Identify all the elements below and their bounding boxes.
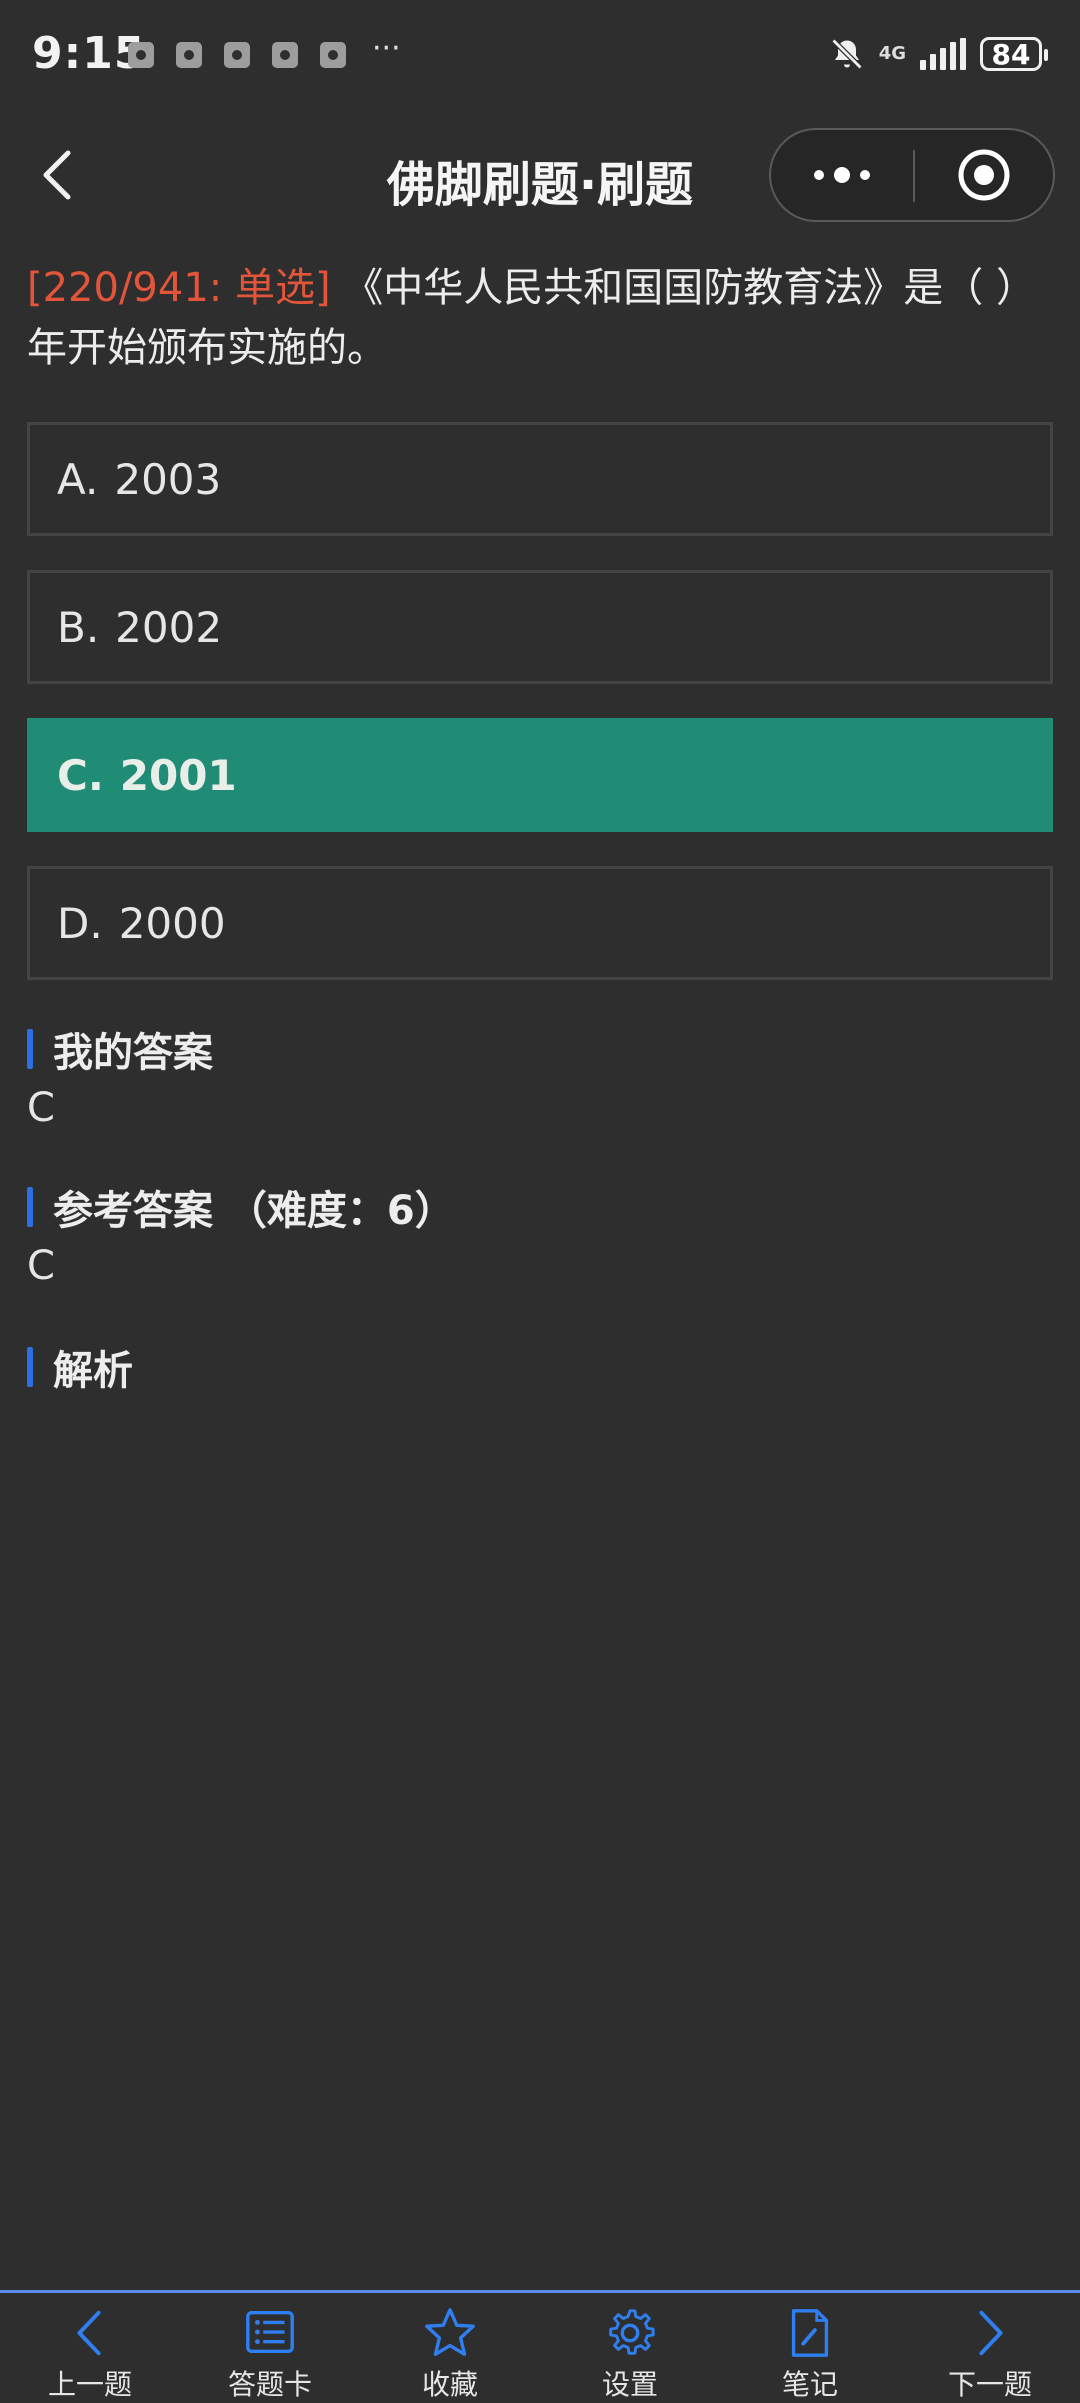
reference-answer-heading: 参考答案 （难度：6） — [27, 1178, 455, 1236]
option-d[interactable]: D. 2000 — [27, 866, 1053, 980]
bottom-nav: 上一题 答题卡 收藏 设置 笔记 下一题 — [0, 2290, 1080, 2403]
more-notifications-icon: ··· — [372, 30, 401, 66]
settings-button[interactable]: 设置 — [540, 2293, 720, 2403]
miniprogram-capsule — [769, 128, 1055, 222]
app-notification-icon — [320, 42, 346, 68]
app-notification-icon — [224, 42, 250, 68]
header: 佛脚刷题·刷题 — [0, 125, 1080, 225]
nav-label: 上一题 — [47, 2368, 132, 2401]
my-answer-heading: 我的答案 — [27, 1020, 213, 1078]
more-menu-button[interactable] — [771, 130, 913, 220]
option-text: 2000 — [118, 898, 226, 948]
favorite-button[interactable]: 收藏 — [360, 2293, 540, 2403]
nav-label: 设置 — [601, 2368, 658, 2401]
section-marker — [27, 1187, 33, 1227]
status-bar: 9:15 ··· 4G 84 — [0, 0, 1080, 115]
chevron-left-icon — [77, 2310, 101, 2356]
answer-card-button[interactable]: 答题卡 — [180, 2293, 360, 2403]
option-letter: A. — [57, 454, 99, 504]
target-close-icon — [958, 149, 1010, 201]
option-letter: C. — [57, 750, 104, 800]
reference-answer-value: C — [27, 1243, 55, 1289]
option-text: 2003 — [114, 454, 222, 504]
analysis-heading: 解析 — [27, 1338, 133, 1396]
option-a[interactable]: A. 2003 — [27, 422, 1053, 536]
next-question-button[interactable]: 下一题 — [900, 2293, 1080, 2403]
nav-label: 下一题 — [947, 2368, 1032, 2401]
question-number: [220/941: 单选] — [27, 265, 331, 311]
option-text: 2001 — [119, 750, 237, 800]
option-b[interactable]: B. 2002 — [27, 570, 1053, 684]
notification-icons: ··· — [128, 31, 401, 68]
my-answer-title: 我的答案 — [53, 1030, 213, 1076]
app-notification-icon — [272, 42, 298, 68]
prev-question-button[interactable]: 上一题 — [0, 2293, 180, 2403]
option-text: 2002 — [115, 602, 223, 652]
note-edit-icon — [791, 2309, 829, 2357]
nav-label: 收藏 — [421, 2368, 478, 2401]
bell-muted-icon — [831, 38, 863, 70]
option-c[interactable]: C. 2001 — [27, 718, 1053, 832]
reference-answer-title: 参考答案 （难度：6） — [53, 1188, 455, 1234]
app-notification-icon — [176, 42, 202, 68]
app-notification-icon — [128, 42, 154, 68]
analysis-title: 解析 — [53, 1348, 133, 1394]
battery-level: 84 — [991, 37, 1031, 71]
notes-button[interactable]: 笔记 — [720, 2293, 900, 2403]
chevron-right-icon — [979, 2310, 1003, 2356]
nav-label: 笔记 — [781, 2368, 838, 2401]
network-type: 4G — [878, 43, 906, 64]
option-letter: D. — [57, 898, 103, 948]
nav-label: 答题卡 — [227, 2368, 312, 2401]
signal-strength-icon — [920, 38, 966, 70]
list-icon — [246, 2311, 294, 2354]
gear-icon — [609, 2309, 655, 2355]
star-icon — [425, 2308, 475, 2356]
question-text: [220/941: 单选] 《中华人民共和国国防教育法》是（ ）年开始颁布实施的… — [27, 258, 1037, 378]
option-letter: B. — [57, 602, 100, 652]
status-right: 4G 84 — [829, 36, 1048, 72]
section-marker — [27, 1347, 33, 1387]
section-marker — [27, 1029, 33, 1069]
battery-icon: 84 — [980, 37, 1048, 71]
close-miniprogram-button[interactable] — [913, 130, 1055, 220]
my-answer-value: C — [27, 1085, 55, 1131]
